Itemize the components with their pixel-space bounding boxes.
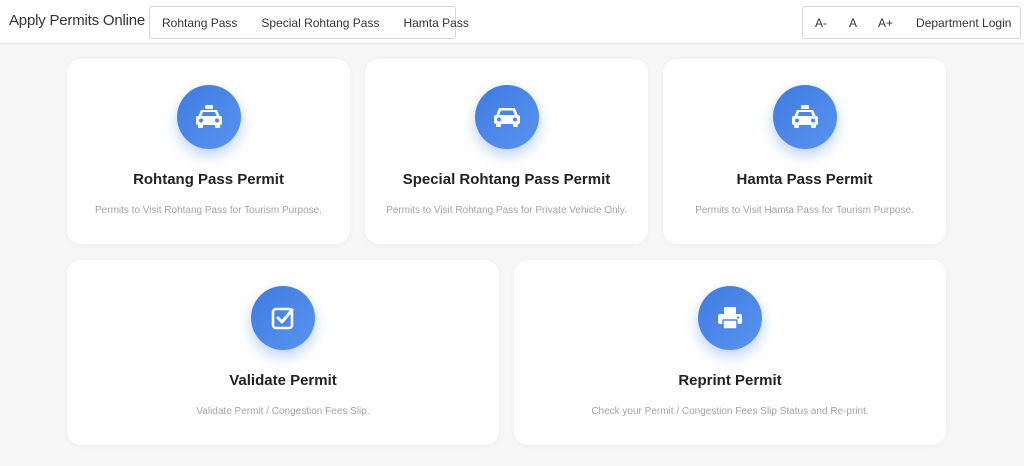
card-title: Hamta Pass Permit [736, 171, 873, 188]
nav-link-rohtang-pass[interactable]: Rohtang Pass [150, 16, 249, 30]
card-rohtang-pass-permit[interactable]: Rohtang Pass Permit Permits to Visit Roh… [67, 59, 350, 244]
card-hamta-pass-permit[interactable]: Hamta Pass Permit Permits to Visit Hamta… [663, 59, 946, 244]
nav-link-special-rohtang-pass[interactable]: Special Rohtang Pass [249, 16, 391, 30]
card-description: Validate Permit / Congestion Fees Slip. [196, 406, 370, 417]
department-login-link[interactable]: Department Login [916, 16, 1011, 30]
taxi-icon [772, 85, 837, 149]
accessibility-tools: A- A A+ Department Login [802, 6, 1021, 39]
card-title: Rohtang Pass Permit [133, 171, 284, 188]
card-description: Permits to Visit Rohtang Pass for Touris… [95, 205, 322, 216]
car-icon [474, 85, 539, 149]
card-special-rohtang-pass-permit[interactable]: Special Rohtang Pass Permit Permits to V… [365, 59, 648, 244]
print-icon [698, 286, 762, 350]
card-description: Permits to Visit Hamta Pass for Tourism … [695, 205, 914, 216]
taxi-icon [176, 85, 241, 149]
card-title: Validate Permit [229, 372, 337, 389]
card-title: Reprint Permit [678, 372, 782, 389]
normal-font-button[interactable]: A [849, 16, 857, 30]
increase-font-button[interactable]: A+ [878, 16, 893, 30]
brand-title[interactable]: Apply Permits Online [9, 12, 145, 29]
top-navbar: Apply Permits Online Rohtang Pass Specia… [0, 0, 1024, 44]
card-description: Check your Permit / Congestion Fees Slip… [591, 406, 869, 417]
card-reprint-permit[interactable]: Reprint Permit Check your Permit / Conge… [514, 260, 946, 445]
nav-link-hamta-pass[interactable]: Hamta Pass [391, 16, 480, 30]
card-title: Special Rohtang Pass Permit [402, 171, 611, 188]
card-description: Permits to Visit Rohtang Pass for Privat… [386, 205, 627, 216]
card-validate-permit[interactable]: Validate Permit Validate Permit / Conges… [67, 260, 499, 445]
check-square-icon [251, 286, 315, 350]
main-nav: Rohtang Pass Special Rohtang Pass Hamta … [149, 6, 469, 39]
decrease-font-button[interactable]: A- [815, 16, 827, 30]
